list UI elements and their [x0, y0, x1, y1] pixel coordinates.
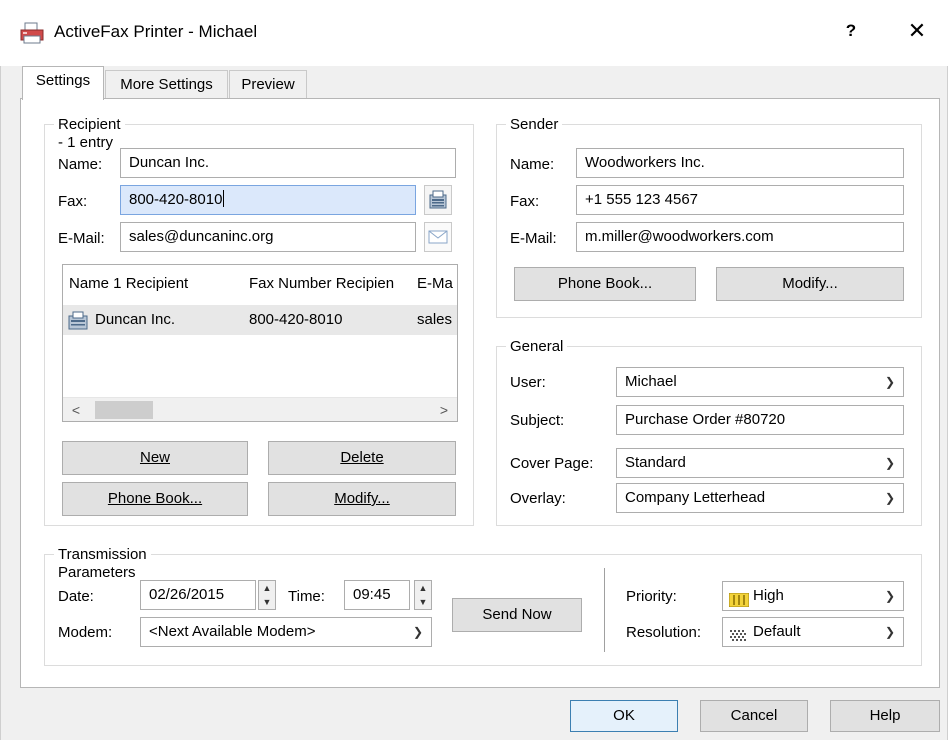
email-icon-button[interactable] [424, 222, 452, 252]
user-select[interactable]: Michael ❯ [616, 367, 904, 397]
fax-machine-icon [67, 311, 89, 335]
chevron-down-icon: ❯ [884, 589, 895, 603]
new-recipient-button[interactable]: New [62, 441, 248, 475]
help-button[interactable]: Help [830, 700, 940, 732]
list-cell-fax: 800-420-8010 [249, 311, 343, 328]
time-spinner[interactable]: ▲ ▼ [414, 580, 432, 610]
priority-label: Priority: [626, 588, 677, 605]
overlay-value: Company Letterhead [625, 489, 766, 506]
resolution-label: Resolution: [626, 624, 702, 641]
recipient-fax-label: Fax: [58, 193, 88, 210]
sender-email-field[interactable]: m.miller@woodworkers.com [576, 222, 904, 252]
title-bar: ActiveFax Printer - Michael ? ✕ [0, 0, 948, 66]
subject-field[interactable]: Purchase Order #80720 [616, 405, 904, 435]
resolution-grid-icon [729, 625, 747, 646]
horizontal-scrollbar[interactable]: < > [63, 397, 457, 421]
help-title-button[interactable]: ? [836, 14, 866, 48]
sender-name-label: Name: [510, 156, 555, 173]
window-title: ActiveFax Printer - Michael [54, 22, 258, 41]
send-now-button[interactable]: Send Now [452, 598, 582, 632]
fax-machine-icon-button[interactable] [424, 185, 452, 215]
overlay-select[interactable]: Company Letterhead ❯ [616, 483, 904, 513]
transmission-legend: Transmission Parameters [54, 546, 151, 582]
subject-label: Subject: [510, 412, 565, 429]
priority-bars-icon [728, 589, 750, 610]
modem-label: Modem: [58, 624, 113, 641]
delete-recipient-button[interactable]: Delete [268, 441, 456, 475]
chevron-down-icon: ❯ [884, 456, 895, 470]
vertical-divider [604, 568, 605, 652]
time-label: Time: [288, 588, 325, 605]
date-label: Date: [58, 588, 94, 605]
time-field[interactable]: 09:45 [344, 580, 410, 610]
resolution-value: Default [753, 623, 801, 640]
date-field[interactable]: 02/26/2015 [140, 580, 256, 610]
new-button-label: New [139, 449, 170, 466]
scroll-thumb[interactable] [95, 401, 153, 419]
cover-page-label: Cover Page: [510, 455, 594, 472]
date-spinner[interactable]: ▲ ▼ [258, 580, 276, 610]
recipient-email-label: E-Mail: [58, 230, 105, 247]
recipient-phonebook-label: Phone Book... [107, 490, 203, 507]
list-cell-email: sales [417, 311, 453, 328]
tab-preview[interactable]: Preview [229, 70, 307, 100]
recipient-phonebook-button[interactable]: Phone Book... [62, 482, 248, 516]
cover-page-value: Standard [625, 454, 686, 471]
recipient-fax-value: 800-420-8010 [129, 191, 223, 208]
scroll-left-arrow-icon[interactable]: < [65, 398, 87, 421]
recipient-modify-button[interactable]: Modify... [268, 482, 456, 516]
column-header-name[interactable]: Name 1 Recipient [69, 265, 247, 303]
close-button[interactable]: ✕ [900, 14, 934, 48]
overlay-label: Overlay: [510, 490, 566, 507]
recipient-name-field[interactable]: Duncan Inc. [120, 148, 456, 178]
sender-modify-button[interactable]: Modify... [716, 267, 904, 301]
tab-settings[interactable]: Settings [22, 66, 104, 100]
general-legend: General [506, 338, 568, 356]
column-header-email[interactable]: E-Ma [417, 265, 457, 303]
ok-button[interactable]: OK [570, 700, 678, 732]
recipient-name-label: Name: [58, 156, 103, 173]
modem-select[interactable]: <Next Available Modem> ❯ [140, 617, 432, 647]
tab-more-settings[interactable]: More Settings [105, 70, 228, 100]
chevron-down-icon: ❯ [884, 491, 895, 505]
recipient-list[interactable]: Name 1 Recipient Fax Number Recipien E-M… [62, 264, 458, 422]
resolution-select[interactable]: Default ❯ [722, 617, 904, 647]
list-item[interactable]: Duncan Inc. 800-420-8010 sales [63, 305, 457, 335]
recipient-legend: Recipient - 1 entry [54, 116, 125, 152]
recipient-email-field[interactable]: sales@duncaninc.org [120, 222, 416, 252]
cover-page-select[interactable]: Standard ❯ [616, 448, 904, 478]
text-cursor [223, 190, 225, 207]
user-label: User: [510, 374, 546, 391]
priority-value: High [753, 587, 784, 604]
printer-icon [20, 22, 44, 44]
sender-fax-label: Fax: [510, 193, 540, 210]
chevron-down-icon: ❯ [884, 375, 895, 389]
sender-legend: Sender [506, 116, 563, 134]
modem-value: <Next Available Modem> [149, 623, 316, 640]
sender-email-label: E-Mail: [510, 230, 557, 247]
chevron-down-icon: ❯ [412, 625, 423, 639]
sender-name-field[interactable]: Woodworkers Inc. [576, 148, 904, 178]
recipient-fax-field[interactable]: 800-420-8010 [120, 185, 416, 215]
sender-phonebook-button[interactable]: Phone Book... [514, 267, 696, 301]
priority-select[interactable]: High ❯ [722, 581, 904, 611]
envelope-icon [428, 230, 448, 244]
fax-machine-icon [429, 190, 447, 209]
recipient-modify-label: Modify... [334, 490, 390, 507]
recipient-list-header: Name 1 Recipient Fax Number Recipien E-M… [63, 265, 457, 303]
sender-fax-field[interactable]: +1 555 123 4567 [576, 185, 904, 215]
spin-down-icon[interactable]: ▼ [259, 595, 275, 609]
delete-button-label: Delete [340, 449, 384, 466]
cancel-button[interactable]: Cancel [700, 700, 808, 732]
column-header-fax[interactable]: Fax Number Recipien [249, 265, 413, 303]
user-value: Michael [625, 373, 677, 390]
spin-up-icon[interactable]: ▲ [259, 581, 275, 595]
spin-up-icon[interactable]: ▲ [415, 581, 431, 595]
list-cell-name: Duncan Inc. [95, 311, 176, 328]
scroll-right-arrow-icon[interactable]: > [433, 398, 455, 421]
spin-down-icon[interactable]: ▼ [415, 595, 431, 609]
chevron-down-icon: ❯ [884, 625, 895, 639]
